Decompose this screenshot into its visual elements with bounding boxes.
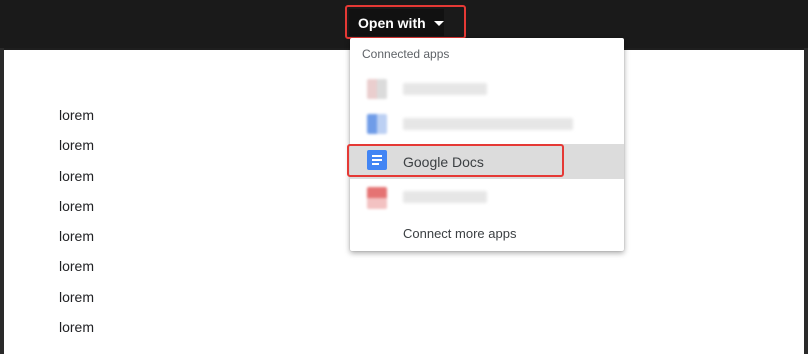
menu-item-app-1[interactable] bbox=[350, 73, 624, 105]
blurred-app-icon bbox=[367, 187, 387, 209]
document-line: lorem bbox=[59, 167, 95, 184]
menu-header: Connected apps bbox=[362, 47, 450, 61]
blurred-app-icon bbox=[367, 114, 387, 134]
blurred-label bbox=[403, 191, 487, 203]
blurred-label bbox=[403, 118, 573, 130]
document-line: lorem bbox=[59, 288, 95, 305]
document-body: lorem lorem lorem lorem lorem lorem lore… bbox=[59, 105, 94, 347]
document-line: lorem bbox=[59, 228, 95, 245]
document-line: lorem bbox=[59, 319, 95, 336]
blurred-app-icon bbox=[367, 79, 387, 99]
menu-item-app-4[interactable] bbox=[350, 181, 624, 213]
document-line: lorem bbox=[59, 197, 95, 214]
document-line: lorem bbox=[59, 107, 95, 123]
blurred-label bbox=[403, 83, 487, 95]
menu-item-app-2[interactable] bbox=[350, 108, 624, 140]
open-with-highlight bbox=[345, 5, 466, 39]
connect-more-apps-link[interactable]: Connect more apps bbox=[403, 226, 516, 241]
right-gutter bbox=[804, 48, 808, 354]
google-docs-highlight bbox=[347, 144, 564, 177]
document-line: lorem bbox=[59, 137, 95, 154]
document-line: lorem bbox=[59, 258, 95, 275]
